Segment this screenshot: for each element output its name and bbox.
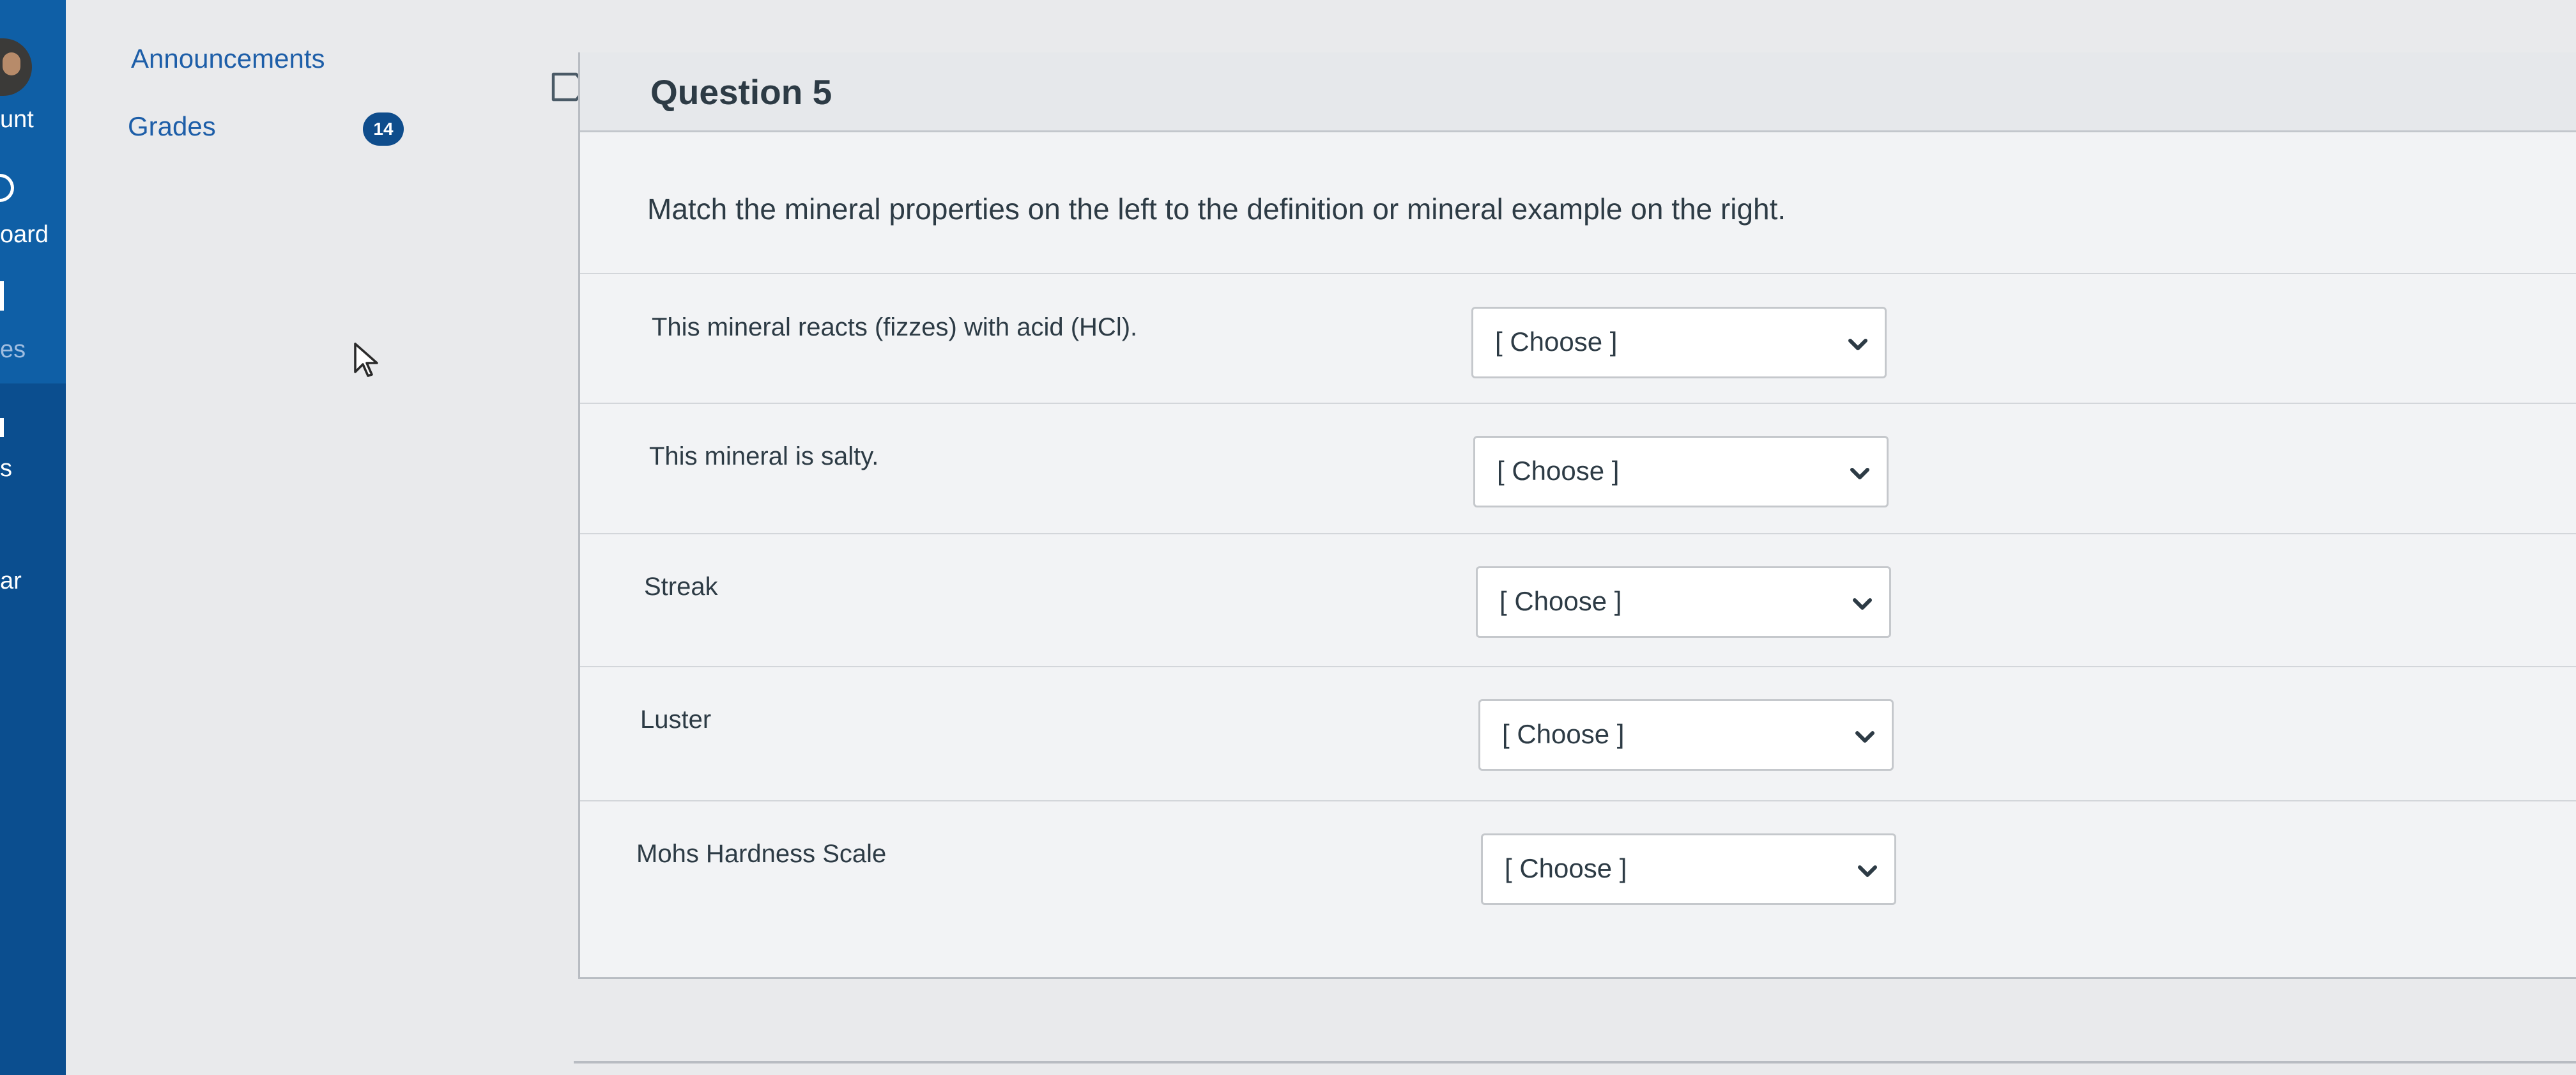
match-select-3[interactable]: [ Choose ]	[1476, 566, 1891, 638]
nav-item-dashboard-label[interactable]: oard	[0, 221, 49, 249]
divider	[580, 666, 2576, 667]
nav-item-groups-label[interactable]: s	[0, 455, 12, 483]
select-value: [ Choose ]	[1497, 456, 1620, 486]
match-select-4[interactable]: [ Choose ]	[1478, 699, 1894, 771]
match-left-label: Mohs Hardness Scale	[636, 840, 887, 868]
question-panel: Question 5 Match the mineral properties …	[578, 52, 2576, 979]
question-prompt: Match the mineral properties on the left…	[647, 192, 1786, 226]
grades-count-badge: 14	[363, 112, 404, 146]
select-value: [ Choose ]	[1502, 719, 1625, 749]
courses-icon[interactable]	[0, 281, 4, 311]
question-title: Question 5	[650, 72, 832, 112]
nav-item-courses-label[interactable]: es	[0, 336, 26, 364]
select-value: [ Choose ]	[1505, 853, 1627, 883]
groups-icon[interactable]	[0, 418, 4, 437]
chevron-down-icon	[1850, 468, 1869, 479]
match-select-5[interactable]: [ Choose ]	[1481, 833, 1896, 905]
match-left-label: Luster	[640, 706, 712, 734]
question-header: Question 5	[580, 52, 2576, 132]
divider	[580, 533, 2576, 534]
chevron-down-icon	[1858, 865, 1877, 877]
select-value: [ Choose ]	[1495, 327, 1618, 357]
course-nav-announcements[interactable]: Announcements	[131, 43, 325, 74]
match-left-label: This mineral reacts (ﬁzzes) with acid (H…	[652, 313, 1138, 341]
chevron-down-icon	[1848, 339, 1867, 350]
global-nav: unt oard es s ar	[0, 0, 66, 1075]
mouse-cursor-icon	[354, 343, 378, 377]
select-value: [ Choose ]	[1499, 586, 1622, 616]
match-select-1[interactable]: [ Choose ]	[1471, 307, 1887, 378]
nav-item-account-label[interactable]: unt	[0, 106, 34, 134]
chevron-down-icon	[1853, 598, 1872, 610]
divider	[580, 273, 2576, 274]
match-select-2[interactable]: [ Choose ]	[1473, 436, 1889, 507]
divider	[580, 403, 2576, 404]
course-nav-grades[interactable]: Grades	[128, 111, 216, 142]
nav-item-calendar-label[interactable]: ar	[0, 568, 22, 595]
avatar-face	[3, 52, 20, 75]
next-question-border	[574, 1061, 2576, 1063]
match-left-label: This mineral is salty.	[649, 442, 879, 470]
chevron-down-icon	[1855, 731, 1874, 743]
match-left-label: Streak	[644, 573, 718, 601]
divider	[580, 800, 2576, 801]
